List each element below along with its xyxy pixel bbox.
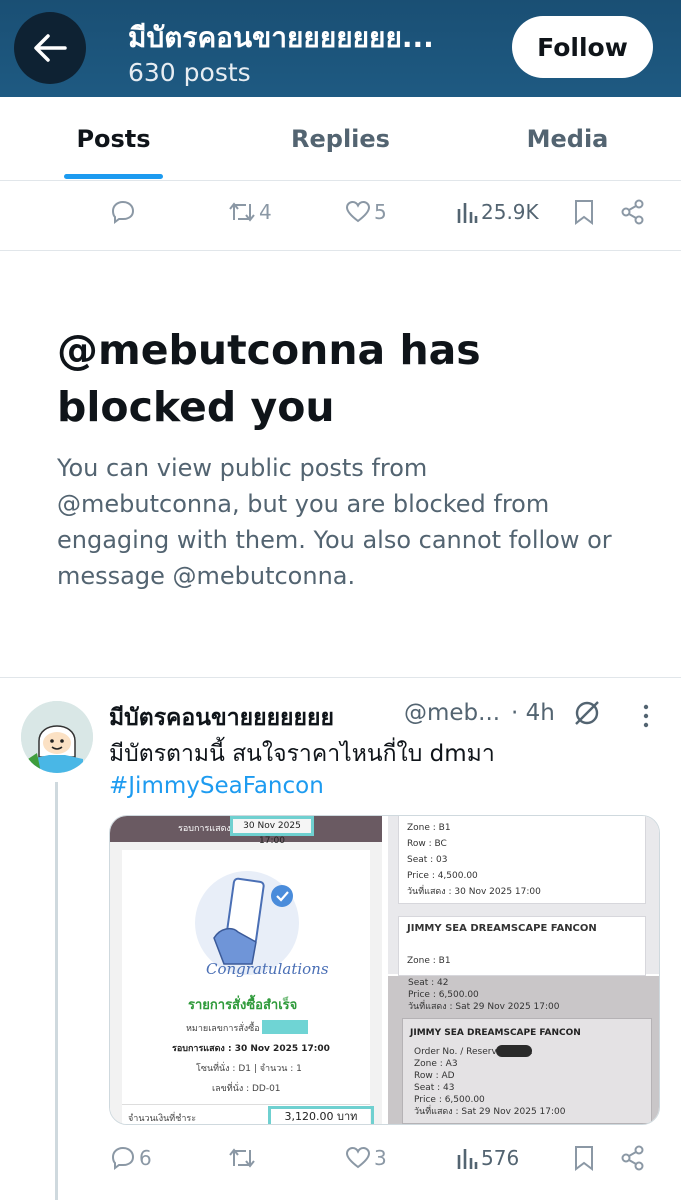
- profile-header: มีบัตรคอนขายยยยยยย... 630 posts Follow: [0, 0, 681, 97]
- media-image-screen-photo[interactable]: Seat : 42 Price : 6,500.00 วันที่แสดง : …: [388, 976, 659, 1124]
- follow-button[interactable]: Follow: [512, 16, 653, 78]
- views-button[interactable]: 576: [456, 1133, 519, 1183]
- avatar[interactable]: [21, 701, 93, 773]
- redacted-order-number: [262, 1020, 308, 1034]
- reply-button[interactable]: 6: [110, 1133, 152, 1183]
- reply-icon: [111, 200, 135, 224]
- like-count: 3: [374, 1146, 387, 1170]
- repost-button[interactable]: [228, 1133, 259, 1183]
- views-button[interactable]: 25.9K: [456, 187, 539, 237]
- views-chart-icon: [457, 1149, 478, 1169]
- view-count: 576: [481, 1146, 520, 1170]
- ticket-card-title: JIMMY SEA DREAMSCAPE FANCON: [407, 923, 597, 934]
- arrow-left-icon: [34, 34, 67, 62]
- grok-icon[interactable]: [572, 698, 602, 732]
- bookmark-icon: [575, 1146, 593, 1171]
- blocked-message: You can view public posts from @mebutcon…: [57, 454, 612, 590]
- order-number-label: หมายเลขการสั่งซื้อ :: [186, 1024, 266, 1034]
- heart-icon: [345, 200, 371, 223]
- cartoon-avatar-image: [21, 701, 93, 773]
- like-button[interactable]: 3: [345, 1133, 387, 1183]
- photo-card-line: Order No. / Reserve code :: [414, 1047, 533, 1057]
- reply-icon: [111, 1146, 135, 1170]
- like-count: 5: [374, 200, 387, 224]
- post-media-grid: รอบการแสดง 30 Nov 2025 17:00 Congratulat…: [109, 815, 660, 1125]
- photo-card-line: Price : 6,500.00: [414, 1095, 485, 1105]
- post-time: · 4h: [511, 700, 555, 726]
- hashtag-link[interactable]: #JimmySeaFancon: [109, 773, 324, 799]
- share-button[interactable]: [621, 187, 645, 237]
- congrats-text: Congratulations: [206, 960, 329, 978]
- zone-quantity-text: โซนที่นั่ง : D1 | จำนวน : 1: [196, 1064, 302, 1074]
- bookmark-button[interactable]: [573, 187, 595, 237]
- blocked-title: @mebutconna has blocked you: [57, 326, 481, 431]
- more-options-icon[interactable]: [634, 703, 658, 733]
- heart-icon: [345, 1146, 371, 1169]
- ticket-details-card: Zone : B1 Row : BC Seat : 03 Price : 4,5…: [398, 816, 646, 904]
- back-button[interactable]: [14, 12, 86, 84]
- profile-tabs: Posts Replies Media: [0, 97, 681, 181]
- photo-card-line: วันที่แสดง : Sat 29 Nov 2025 17:00: [414, 1107, 566, 1117]
- reply-button[interactable]: [110, 187, 139, 237]
- photo-card-line: Zone : A3: [414, 1059, 458, 1069]
- detail-line: Zone : B1: [407, 823, 451, 833]
- amount-value: 3,120.00 บาท: [268, 1106, 374, 1124]
- banner-label: รอบการแสดง: [178, 824, 231, 834]
- tab-media[interactable]: Media: [454, 97, 681, 181]
- share-icon: [621, 199, 644, 225]
- reply-count: 6: [139, 1146, 152, 1170]
- photo-card-line: Seat : 43: [414, 1083, 455, 1093]
- active-tab-indicator: [64, 174, 163, 179]
- repost-icon: [229, 202, 255, 222]
- divider: [0, 250, 681, 251]
- banner-date: 30 Nov 2025 17:00: [230, 816, 314, 846]
- time-value: 4h: [525, 700, 555, 726]
- author-handle[interactable]: @meb...: [404, 700, 500, 726]
- share-icon: [621, 1145, 644, 1171]
- detail-line: วันที่แสดง : 30 Nov 2025 17:00: [407, 887, 541, 897]
- detail-line: Price : 4,500.00: [407, 871, 478, 881]
- repost-icon: [229, 1148, 255, 1168]
- bookmark-icon: [575, 200, 593, 225]
- previous-post-actions: 4 5 25.9K: [0, 187, 681, 237]
- profile-title: มีบัตรคอนขายยยยยยย...: [128, 21, 434, 54]
- photo-card-lines: Order No. / Reserve code : Zone : A3 Row…: [414, 1046, 565, 1118]
- time-separator: ·: [511, 700, 519, 726]
- share-button[interactable]: [621, 1133, 645, 1183]
- photo-card-title: JIMMY SEA DREAMSCAPE FANCON: [410, 1028, 581, 1038]
- ticket-card: JIMMY SEA DREAMSCAPE FANCON Zone : B1: [398, 916, 646, 976]
- photo-detail-line: วันที่แสดง : Sat 29 Nov 2025 17:00: [408, 1002, 560, 1012]
- repost-count: 4: [259, 200, 272, 224]
- redacted-code: [496, 1045, 532, 1057]
- amount-label: จำนวนเงินที่ชำระ: [128, 1114, 197, 1124]
- media-image-ticket-details[interactable]: Zone : B1 Row : BC Seat : 03 Price : 4,5…: [388, 816, 659, 976]
- detail-line: Seat : 03: [407, 855, 448, 865]
- view-count: 25.9K: [481, 200, 539, 224]
- author-name[interactable]: มีบัตรคอนขายยยยยยย: [109, 700, 334, 736]
- bookmark-button[interactable]: [573, 1133, 595, 1183]
- divider: [0, 677, 681, 678]
- show-round-text: รอบการแสดง : 30 Nov 2025 17:00: [172, 1044, 330, 1054]
- ticket-card-zone: Zone : B1: [407, 956, 451, 966]
- repost-button[interactable]: 4: [228, 187, 272, 237]
- post-text: มีบัตรตามนี้ สนใจราคาไหนกี่ใบ dmมา: [109, 741, 495, 767]
- seat-number-text: เลขที่นั่ง : DD-01: [212, 1084, 281, 1094]
- order-success-text: รายการสั่งซื้อสำเร็จ: [188, 998, 298, 1013]
- receipt-divider: [122, 1104, 370, 1105]
- media-image-order-confirmation[interactable]: รอบการแสดง 30 Nov 2025 17:00 Congratulat…: [110, 816, 382, 1124]
- tab-posts[interactable]: Posts: [0, 97, 227, 181]
- post-count: 630 posts: [128, 58, 251, 87]
- detail-line: Row : BC: [407, 839, 447, 849]
- photo-card-line: Row : AD: [414, 1071, 455, 1081]
- tab-replies[interactable]: Replies: [227, 97, 454, 181]
- like-button[interactable]: 5: [345, 187, 387, 237]
- views-chart-icon: [457, 203, 478, 223]
- post-actions: 6 3 576: [0, 1133, 681, 1183]
